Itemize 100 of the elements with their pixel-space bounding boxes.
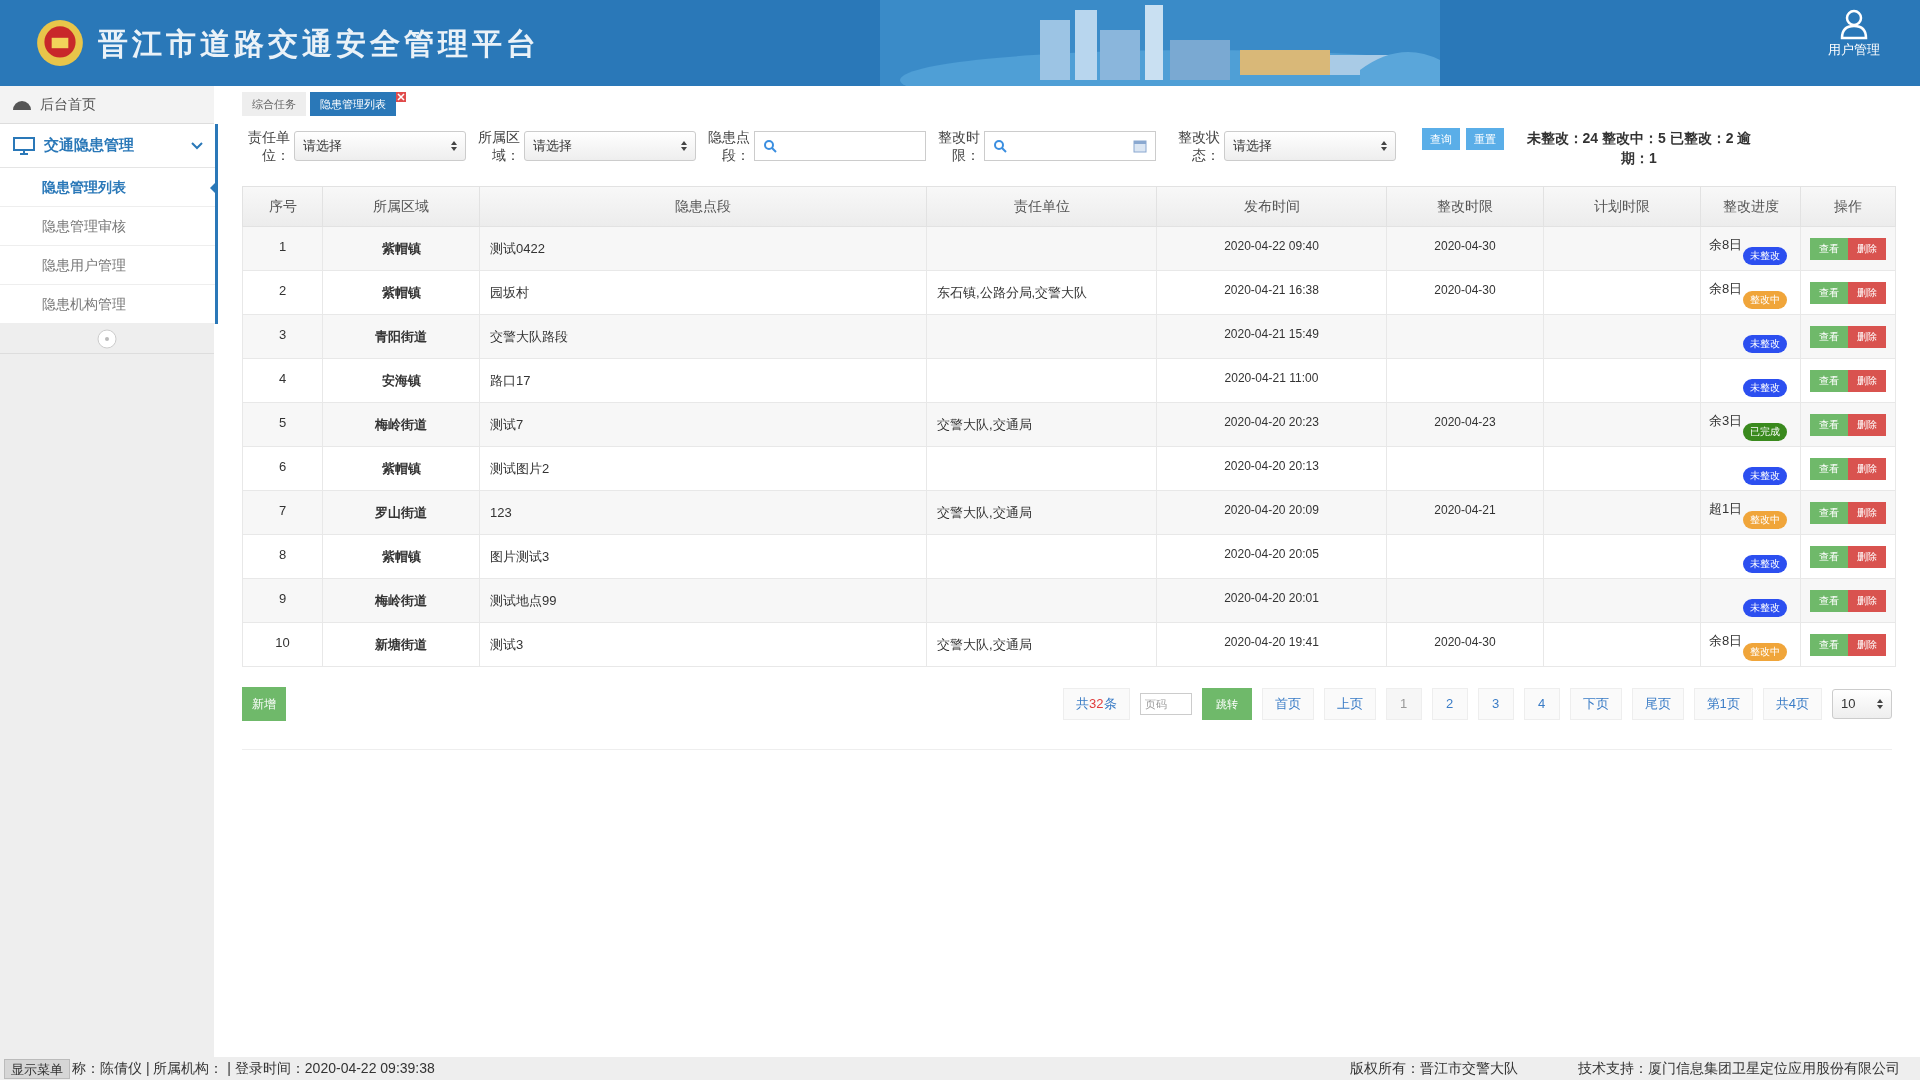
close-icon[interactable] — [396, 92, 406, 102]
tab[interactable]: 隐患管理列表 — [310, 92, 396, 116]
table-cell: 1 — [242, 226, 323, 271]
table-cell: 2020-04-20 20:05 — [1156, 534, 1387, 579]
submenu-item[interactable]: 隐患管理审核 — [0, 207, 215, 246]
page-link[interactable]: 尾页 — [1631, 688, 1684, 720]
page-link[interactable]: 4 — [1523, 688, 1560, 720]
submenu-item[interactable]: 隐患用户管理 — [0, 246, 215, 285]
table-cell: 梅岭街道 — [322, 402, 480, 447]
table-cell: 罗山街道 — [322, 490, 480, 535]
current-page: 第1页 — [1693, 688, 1753, 720]
page-link[interactable]: 首页 — [1261, 688, 1314, 720]
jump-button[interactable]: 跳转 — [1201, 688, 1252, 720]
view-button[interactable]: 查看 — [1810, 633, 1848, 656]
table-cell: 测试图片2 — [479, 446, 927, 491]
view-button[interactable]: 查看 — [1810, 589, 1848, 612]
column-header: 计划时限 — [1543, 186, 1701, 227]
filter-label: 整改时限： — [937, 128, 980, 164]
view-button[interactable]: 查看 — [1810, 369, 1848, 392]
submenu-item[interactable]: 隐患管理列表 — [0, 168, 215, 207]
table-cell: 2020-04-21 15:49 — [1156, 314, 1387, 359]
copyright-text: 版权所有：晋江市交警大队 — [1350, 1059, 1518, 1078]
filter-label: 隐患点段： — [707, 128, 750, 164]
dropdown-arrows-icon — [1877, 698, 1883, 710]
table-cell: 2020-04-30 — [1386, 270, 1544, 315]
add-button[interactable]: 新增 — [242, 687, 286, 721]
delete-button[interactable]: 删除 — [1848, 633, 1886, 656]
table-cell: 2020-04-21 — [1386, 490, 1544, 535]
delete-button[interactable]: 删除 — [1848, 457, 1886, 480]
show-menu-button[interactable]: 显示菜单 — [4, 1058, 70, 1079]
view-button[interactable]: 查看 — [1810, 413, 1848, 436]
table-cell: 2 — [242, 270, 323, 315]
delete-button[interactable]: 删除 — [1848, 281, 1886, 304]
search-field[interactable] — [754, 131, 926, 161]
action-button[interactable]: 查询 — [1422, 128, 1460, 150]
menu-group[interactable]: 交通隐患管理 — [0, 124, 215, 168]
column-header: 发布时间 — [1156, 186, 1387, 227]
table-cell: 安海镇 — [322, 358, 480, 403]
action-button[interactable]: 重置 — [1466, 128, 1504, 150]
table-cell: 5 — [242, 402, 323, 447]
home-menu-item[interactable]: 后台首页 — [0, 86, 214, 124]
delete-button[interactable]: 删除 — [1848, 501, 1886, 524]
table-cell: 路口17 — [479, 358, 927, 403]
select-field[interactable]: 请选择 — [294, 131, 466, 161]
table-cell: 测试3 — [479, 622, 927, 667]
support-text: 技术支持：厦门信息集团卫星定位应用股份有限公司 — [1578, 1059, 1900, 1078]
column-header: 整改时限 — [1386, 186, 1544, 227]
chevron-icon — [191, 141, 203, 150]
column-header: 责任单位 — [926, 186, 1157, 227]
user-icon — [1838, 8, 1870, 40]
app-title: 晋江市道路交通安全管理平台 — [98, 25, 540, 62]
table-cell: 交警大队,交通局 — [926, 490, 1157, 535]
select-field[interactable]: 请选择 — [1224, 131, 1396, 161]
select-field[interactable]: 请选择 — [524, 131, 696, 161]
view-button[interactable]: 查看 — [1810, 457, 1848, 480]
status-badge: 未整改 — [1743, 247, 1787, 265]
table-cell: 交警大队,交通局 — [926, 622, 1157, 667]
table-cell: 紫帽镇 — [322, 270, 480, 315]
delete-button[interactable]: 删除 — [1848, 413, 1886, 436]
table-cell: 6 — [242, 446, 323, 491]
page-input[interactable]: 页码 — [1139, 693, 1192, 715]
user-management-link[interactable]: 用户管理 — [1828, 8, 1880, 60]
view-button[interactable]: 查看 — [1810, 325, 1848, 348]
collapse-toggle-icon — [97, 328, 117, 349]
page-link[interactable]: 下页 — [1569, 688, 1622, 720]
table-cell: 交警大队,交通局 — [926, 402, 1157, 447]
column-header: 操作 — [1800, 186, 1896, 227]
page-size-select[interactable]: 10 — [1832, 689, 1892, 719]
delete-button[interactable]: 删除 — [1848, 325, 1886, 348]
table-cell: 2020-04-20 20:09 — [1156, 490, 1387, 535]
column-header: 序号 — [242, 186, 323, 227]
submenu-item[interactable]: 隐患机构管理 — [0, 285, 215, 324]
view-button[interactable]: 查看 — [1810, 237, 1848, 260]
status-badge: 未整改 — [1743, 335, 1787, 353]
table-cell: 3 — [242, 314, 323, 359]
delete-button[interactable]: 删除 — [1848, 369, 1886, 392]
table-cell: 测试7 — [479, 402, 927, 447]
monitor-icon — [12, 135, 36, 156]
view-button[interactable]: 查看 — [1810, 545, 1848, 568]
table-cell: 园坂村 — [479, 270, 927, 315]
remaining-days: 余8日 — [1709, 235, 1743, 255]
table-cell: 2020-04-21 16:38 — [1156, 270, 1387, 315]
view-button[interactable]: 查看 — [1810, 281, 1848, 304]
page-link[interactable]: 2 — [1431, 688, 1468, 720]
emblem-icon — [34, 17, 86, 69]
page-link[interactable]: 3 — [1477, 688, 1514, 720]
table-cell: 图片测试3 — [479, 534, 927, 579]
user-info: 称：陈倩仪 | 所属机构： | 登录时间：2020-04-22 09:39:38 — [72, 1059, 435, 1078]
page-link[interactable]: 上页 — [1323, 688, 1376, 720]
delete-button[interactable]: 删除 — [1848, 237, 1886, 260]
column-header: 所属区域 — [322, 186, 480, 227]
tab[interactable]: 综合任务 — [242, 92, 306, 116]
delete-button[interactable]: 删除 — [1848, 589, 1886, 612]
view-button[interactable]: 查看 — [1810, 501, 1848, 524]
table-cell: 123 — [479, 490, 927, 535]
calendar-icon — [1133, 139, 1147, 153]
page-link[interactable]: 1 — [1385, 688, 1422, 720]
delete-button[interactable]: 删除 — [1848, 545, 1886, 568]
date-field[interactable] — [984, 131, 1156, 161]
table-cell: 2020-04-21 11:00 — [1156, 358, 1387, 403]
